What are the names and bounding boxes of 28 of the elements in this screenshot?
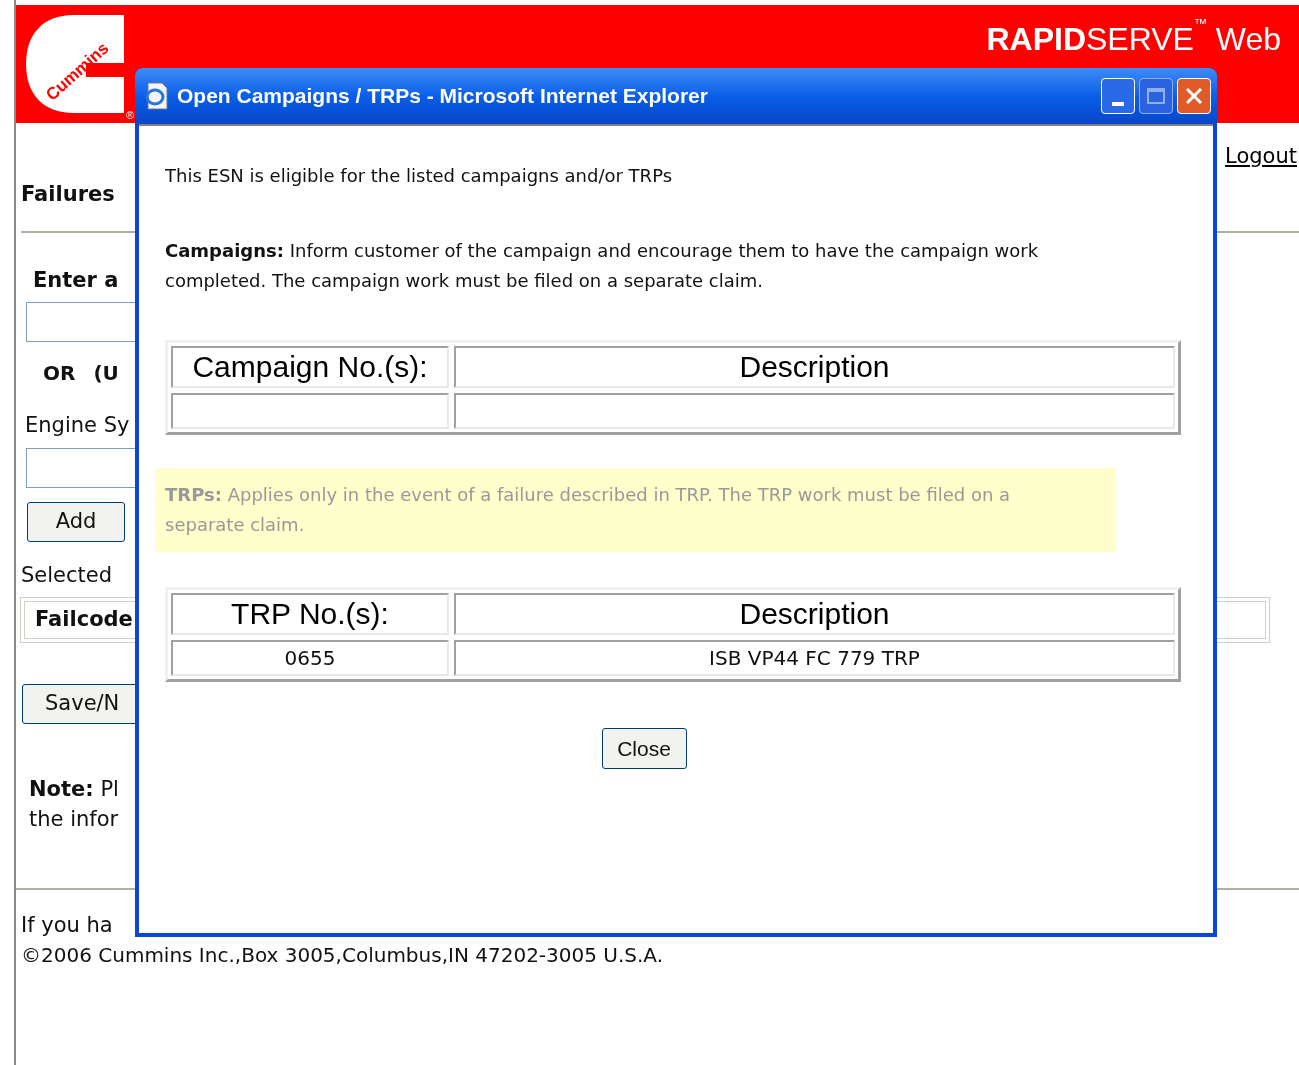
- column-header: Campaign No.(s):: [171, 346, 449, 388]
- trps-note: TRPs: Applies only in the event of a failure described in TRP. The TRP work must be filed on a separate claim.: [155, 468, 1115, 552]
- or-label: OR: [43, 360, 76, 387]
- note-text: the infor: [29, 806, 119, 833]
- hint-text: (U: [93, 360, 119, 387]
- document-icon: [143, 82, 169, 110]
- column-header: Description: [454, 346, 1175, 388]
- close-button[interactable]: Close: [601, 728, 687, 769]
- note-text: Note: Pl: [29, 776, 119, 803]
- field-label: Selected: [21, 561, 113, 589]
- logout-link[interactable]: Logout: [1225, 141, 1297, 173]
- add-button[interactable]: Add: [27, 501, 125, 542]
- column-header: Description: [454, 593, 1175, 635]
- maximize-button[interactable]: [1139, 78, 1173, 114]
- minimize-button[interactable]: [1101, 78, 1135, 114]
- footer-text: If you ha: [21, 912, 113, 939]
- window-title: Open Campaigns / TRPs - Microsoft Internet Explorer: [177, 83, 708, 110]
- section-heading: Failures: [21, 181, 115, 208]
- copyright-text: ©2006 Cummins Inc.,Box 3005,Columbus,IN 47202-3005 U.S.A.: [21, 942, 664, 969]
- close-icon[interactable]: [1177, 78, 1211, 114]
- brand-title: RAPIDSERVE$^{™}$ Web: [986, 15, 1281, 59]
- table-cell: 0655: [171, 640, 449, 676]
- field-label: Engine Sy: [25, 412, 130, 439]
- table-cell: ISB VP44 FC 779 TRP: [454, 640, 1175, 676]
- intro-text: This ESN is eligible for the listed campaigns and/or TRPs: [165, 164, 673, 188]
- field-label: Enter a: [33, 266, 119, 294]
- column-header: TRP No.(s):: [171, 593, 449, 635]
- campaigns-note: Campaigns: Inform customer of the campaign and encourage them to have the campaign work completed. The campaign work must be filed on a separate claim.: [165, 239, 1040, 293]
